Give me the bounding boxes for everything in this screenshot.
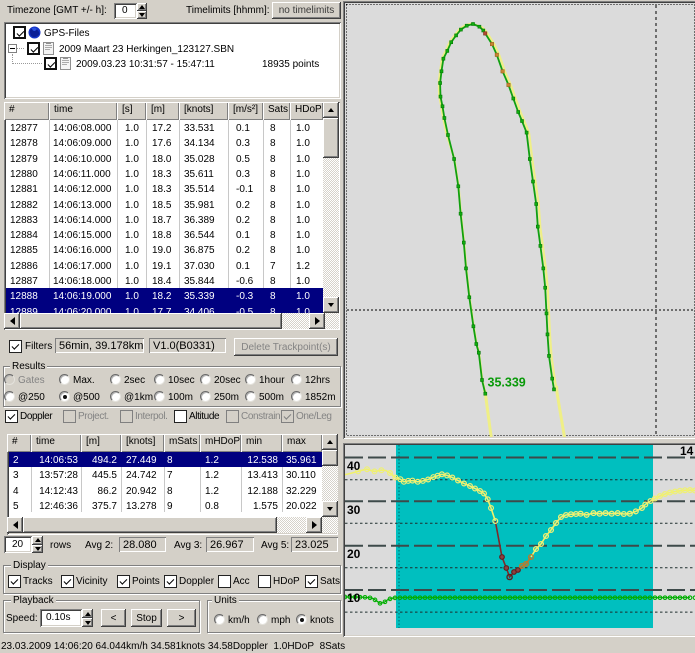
svg-text:35.339: 35.339 bbox=[488, 376, 526, 390]
